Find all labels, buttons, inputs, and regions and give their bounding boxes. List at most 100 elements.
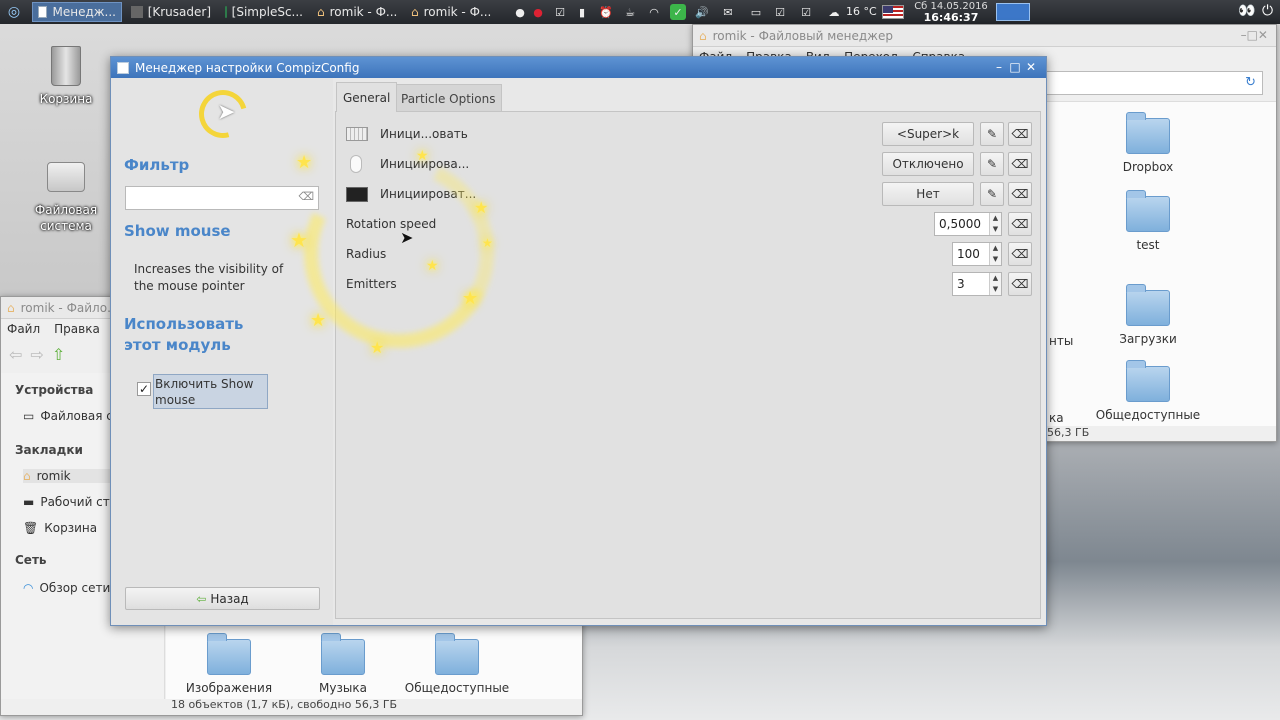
clear-filter-icon[interactable]: ⌫ (298, 190, 314, 203)
record-icon[interactable]: ● (530, 4, 546, 20)
network-icon: ◠ (23, 581, 34, 595)
desktop-icon-filesystem[interactable]: Файловая система (28, 162, 104, 234)
edge-binding-value: Нет (916, 187, 940, 201)
pencil-icon: ✎ (986, 127, 998, 141)
button-binding-value: Отключено (892, 157, 964, 171)
monitor-icon (346, 187, 368, 202)
edit-binding-button[interactable]: ✎ (980, 152, 1004, 176)
reset-button[interactable]: ⌫ (1008, 152, 1032, 176)
taskbar-item-simplescreen[interactable]: [SimpleSc... (220, 2, 308, 22)
setting-label: Rotation speed (346, 217, 437, 231)
minimize-button[interactable]: – (992, 60, 1006, 74)
cup-icon[interactable]: ☕ (622, 4, 638, 20)
window-titlebar[interactable]: ⌂ romik - Файловый менеджер –□✕ (693, 25, 1276, 47)
rotation-speed-spinner[interactable]: 0,5000 ▲ ▼ (934, 212, 1002, 236)
trash-icon: 🗑 (23, 521, 39, 535)
wifi-icon[interactable]: ◠ (646, 4, 662, 20)
key-binding-button[interactable]: <Super>k (882, 122, 974, 146)
radius-spinner[interactable]: 100 ▲ ▼ (952, 242, 1002, 266)
button-binding-button[interactable]: Отключено (882, 152, 974, 176)
weather-cloud-icon: ☁ (828, 5, 840, 19)
desktop-icon-label: Файловая система (34, 203, 98, 233)
sidebar-item-desktop[interactable]: ▬ Рабочий ст... (23, 495, 121, 509)
share-folder-icon (1126, 360, 1170, 402)
folder-pictures[interactable]: Изображения (174, 633, 284, 695)
folder-public[interactable]: Общедоступные (402, 633, 512, 695)
sidebar-item-label: Корзина (44, 521, 98, 535)
reload-icon[interactable]: ↻ (1245, 75, 1256, 90)
taskbar-item-filemanager-2[interactable]: ⌂ romik - Ф... (406, 2, 498, 22)
checkbox-icon[interactable]: ☑ (552, 4, 568, 20)
power-icon[interactable]: ⏻ (1262, 3, 1278, 21)
location-bar[interactable]: ↻ (1023, 71, 1263, 95)
settings-panel: Иници...овать <Super>k ✎ ⌫ Инициирова...… (335, 111, 1041, 619)
reset-button[interactable]: ⌫ (1008, 242, 1032, 266)
folder-test[interactable]: test (1093, 190, 1203, 252)
partial-folder-label: ка (1049, 411, 1064, 425)
window-titlebar[interactable]: Менеджер настройки CompizConfig – □ ✕ (111, 57, 1046, 78)
clear-icon: ⌫ (1011, 217, 1029, 231)
keyboard-layout-flag-icon[interactable] (882, 5, 904, 19)
alarm-clock-icon[interactable]: ⏰ (598, 4, 614, 20)
window-icon: ​ (38, 6, 48, 18)
mail-icon[interactable]: ✉ (720, 4, 736, 20)
maximize-button[interactable]: □ (1008, 60, 1022, 74)
edge-binding-button[interactable]: Нет (882, 182, 974, 206)
sidebar-item-network[interactable]: ◠ Обзор сети (23, 581, 110, 595)
reset-button[interactable]: ⌫ (1008, 182, 1032, 206)
back-button-label: Назад (210, 591, 249, 606)
clipboard-icon[interactable]: ▭ (748, 4, 764, 20)
tab-label: Particle Options (401, 91, 496, 106)
clipboard-icon[interactable]: ☑ (798, 4, 814, 20)
emitters-spinner[interactable]: 3 ▲ ▼ (952, 272, 1002, 296)
window-controls[interactable]: –□✕ (1241, 28, 1268, 42)
eyes-icon: 👀 (1238, 3, 1256, 19)
taskbar-item-krusader[interactable]: [Krusader] (126, 2, 216, 22)
volume-icon[interactable]: 🔊 (694, 4, 710, 20)
spinner-arrows[interactable]: ▲ ▼ (989, 273, 1001, 295)
sidebar-item-trash[interactable]: 🗑 Корзина (23, 521, 97, 535)
back-arrow-icon: ⇦ (196, 591, 207, 606)
back-button[interactable]: ⇦ Назад (125, 587, 320, 610)
taskbar-item-compiz[interactable]: ​ Менедж... (32, 2, 122, 22)
menu-file[interactable]: Файл (7, 322, 40, 336)
up-arrow-icon[interactable]: ⇧ (52, 345, 65, 364)
close-button[interactable]: ✕ (1024, 60, 1038, 74)
edit-binding-button[interactable]: ✎ (980, 122, 1004, 146)
bullet-icon[interactable]: ● (512, 4, 528, 20)
edit-binding-button[interactable]: ✎ (980, 182, 1004, 206)
folder-public[interactable]: Общедоступные (1093, 360, 1203, 422)
reset-button[interactable]: ⌫ (1008, 272, 1032, 296)
reset-button[interactable]: ⌫ (1008, 212, 1032, 236)
weather-temp[interactable]: 16 °C (846, 5, 877, 18)
spinner-arrows[interactable]: ▲ ▼ (989, 243, 1001, 265)
taskbar-item-filemanager-1[interactable]: ⌂ romik - Ф... (312, 2, 404, 22)
folder-label: Изображения (185, 681, 273, 695)
back-arrow-icon[interactable]: ⇦ (9, 345, 22, 364)
folder-downloads[interactable]: Загрузки (1093, 284, 1203, 346)
workspace-switcher[interactable] (996, 3, 1030, 21)
folder-music[interactable]: Музыка (288, 633, 398, 695)
enable-plugin-label[interactable]: Включить Show mouse (153, 374, 268, 409)
window-icon (225, 6, 227, 18)
folder-dropbox[interactable]: Dropbox (1093, 112, 1203, 174)
tab-particle-options[interactable]: Particle Options (394, 84, 503, 112)
app-menu-icon[interactable]: ◎ (6, 4, 22, 20)
tab-general[interactable]: General (336, 82, 398, 112)
tab-label: General (343, 90, 391, 105)
clock[interactable]: Сб 14.05.2016 16:46:37 (910, 1, 992, 23)
filter-input[interactable]: ⌫ (125, 186, 319, 210)
clipboard-icon[interactable]: ☑ (772, 4, 788, 20)
menu-edit[interactable]: Правка (54, 322, 100, 336)
forward-arrow-icon[interactable]: ⇨ (30, 345, 43, 364)
setting-row-initiate-edge: Инициироват... Нет ✎ ⌫ (336, 179, 1042, 209)
folder-label: test (1136, 238, 1160, 252)
reset-button[interactable]: ⌫ (1008, 122, 1032, 146)
enable-plugin-checkbox[interactable]: ✓ (137, 382, 151, 396)
desktop-icon-trash[interactable]: Корзина (28, 46, 104, 106)
setting-label: Инициироват... (380, 187, 477, 201)
sync-check-icon[interactable]: ✓ (670, 4, 686, 20)
battery-icon[interactable]: ▮ (574, 4, 590, 20)
spinner-arrows[interactable]: ▲ ▼ (989, 213, 1001, 235)
spinner-value: 3 (957, 277, 965, 291)
